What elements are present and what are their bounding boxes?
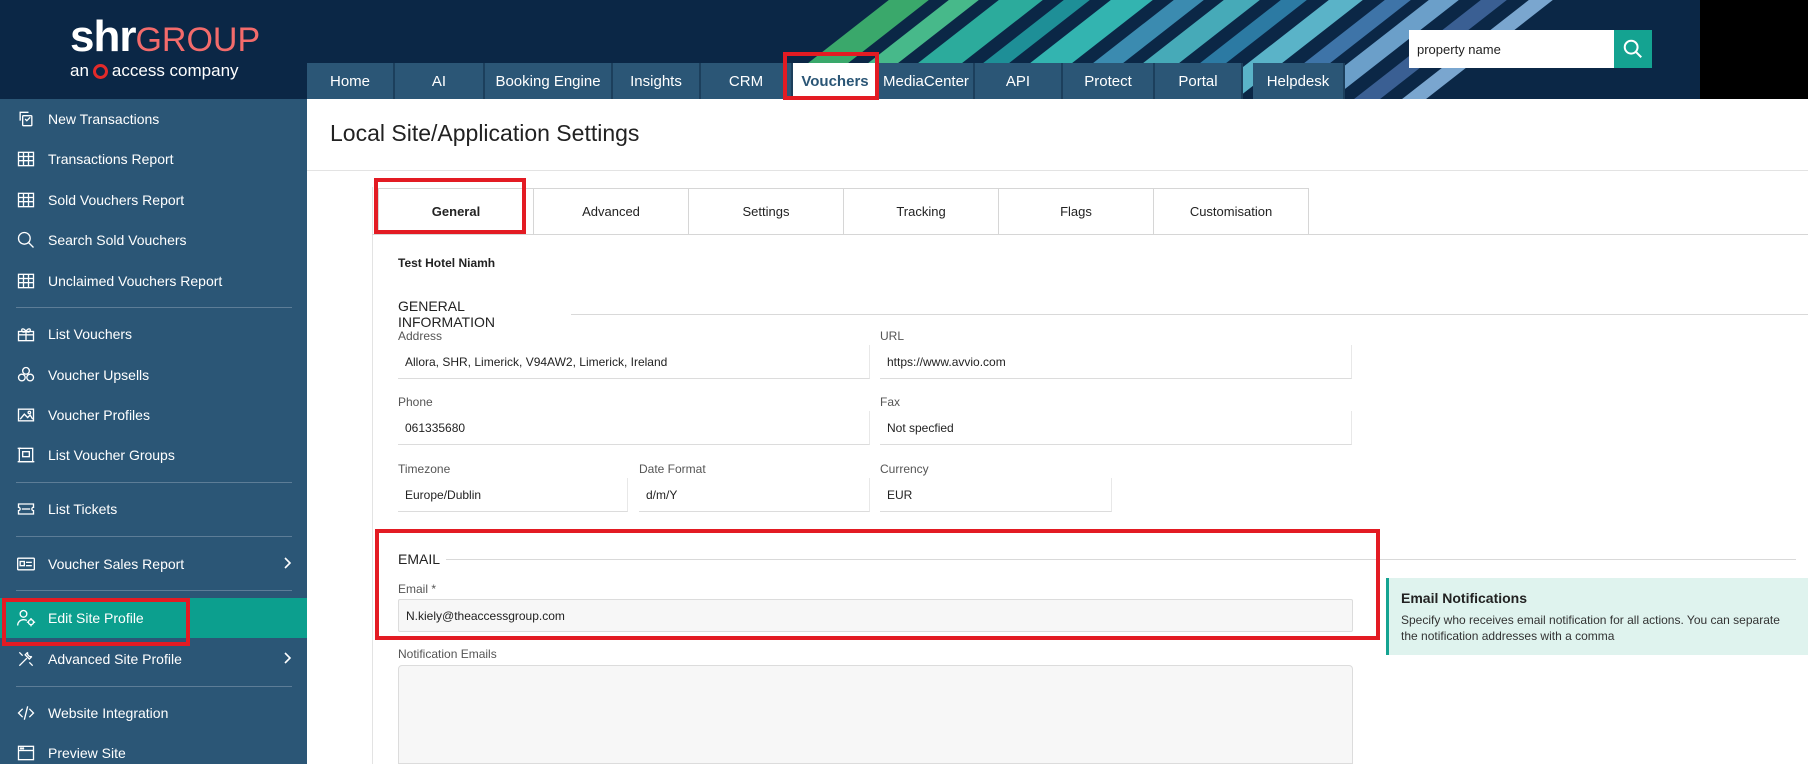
nav-portal[interactable]: Portal xyxy=(1155,63,1243,99)
sidebar-item-label: Transactions Report xyxy=(48,151,174,167)
search-button[interactable] xyxy=(1614,30,1652,68)
url-label: URL xyxy=(880,329,905,343)
timezone-select[interactable]: Europe/Dublin xyxy=(398,478,628,512)
email-highlight-box xyxy=(375,529,1380,640)
general-tab-highlight-box xyxy=(374,178,526,234)
page-title: Local Site/Application Settings xyxy=(330,120,640,146)
sidebar-item-sold-vouchers-report[interactable]: Sold Vouchers Report xyxy=(0,180,307,220)
table-icon xyxy=(14,269,38,293)
address-field[interactable]: Allora, SHR, Limerick, V94AW2, Limerick,… xyxy=(398,345,870,379)
fax-field[interactable]: Not specfied xyxy=(880,411,1352,445)
table-icon xyxy=(14,147,38,171)
image-icon xyxy=(14,403,38,427)
ticket-icon xyxy=(14,497,38,521)
coins-icon xyxy=(14,363,38,387)
hotel-name: Test Hotel Niamh xyxy=(398,256,496,270)
sidebar-item-label: List Tickets xyxy=(48,501,118,517)
url-field[interactable]: https://www.avvio.com xyxy=(880,345,1352,379)
nav-api[interactable]: API xyxy=(975,63,1063,99)
sidebar-item-label: Advanced Site Profile xyxy=(48,651,182,667)
tab-tracking[interactable]: Tracking xyxy=(843,188,999,234)
sidebar-item-label: Sold Vouchers Report xyxy=(48,192,185,208)
phone-label: Phone xyxy=(398,395,433,409)
nav-mediacenter[interactable]: MediaCenter xyxy=(879,63,975,99)
sidebar-item-search-sold-vouchers[interactable]: Search Sold Vouchers xyxy=(0,220,307,260)
date-format-field[interactable]: d/m/Y xyxy=(639,478,870,512)
property-search-input[interactable] xyxy=(1409,30,1614,68)
nav-protect[interactable]: Protect xyxy=(1063,63,1155,99)
sidebar-item-voucher-profiles[interactable]: Voucher Profiles xyxy=(0,395,307,435)
sidebar-item-list-vouchers[interactable]: List Vouchers xyxy=(0,314,307,354)
email-notifications-info: Email Notifications Specify who receives… xyxy=(1386,578,1808,655)
access-logo-icon xyxy=(92,63,108,79)
table-icon xyxy=(14,188,38,212)
sidebar-item-unclaimed-vouchers-report[interactable]: Unclaimed Vouchers Report xyxy=(0,261,307,301)
sidebar-item-list-voucher-groups[interactable]: List Voucher Groups xyxy=(0,435,307,475)
sidebar-item-label: New Transactions xyxy=(48,111,160,127)
info-title: Email Notifications xyxy=(1401,590,1528,606)
chevron-right-icon xyxy=(283,651,293,668)
notification-emails-label: Notification Emails xyxy=(398,647,497,661)
sidebar-divider xyxy=(16,590,292,591)
nav-home[interactable]: Home xyxy=(307,63,395,99)
vouchers-highlight-box xyxy=(783,52,879,100)
search-icon xyxy=(14,228,38,252)
nav-booking-engine[interactable]: Booking Engine xyxy=(485,63,613,99)
sidebar-divider xyxy=(16,686,292,687)
address-label: Address xyxy=(398,329,443,343)
sidebar-item-label: Preview Site xyxy=(48,745,126,761)
browser-icon xyxy=(14,741,38,764)
nav-helpdesk[interactable]: Helpdesk xyxy=(1253,63,1345,99)
tab-flags[interactable]: Flags xyxy=(998,188,1154,234)
group-icon xyxy=(14,443,38,467)
tabs-divider xyxy=(372,234,1808,235)
sidebar-item-label: Voucher Sales Report xyxy=(48,556,185,572)
edit-site-profile-highlight-box xyxy=(2,598,190,646)
phone-field[interactable]: 061335680 xyxy=(398,411,870,445)
general-information-heading: GENERAL INFORMATION xyxy=(398,298,1808,330)
fax-label: Fax xyxy=(880,395,901,409)
sidebar-item-voucher-upsells[interactable]: Voucher Upsells xyxy=(0,355,307,395)
sidebar-item-voucher-sales-report[interactable]: Voucher Sales Report xyxy=(0,544,307,584)
sidebar-divider xyxy=(16,482,292,483)
title-divider xyxy=(307,170,1808,171)
sidebar-item-website-integration[interactable]: Website Integration xyxy=(0,693,307,733)
transaction-icon xyxy=(14,107,38,131)
search-icon xyxy=(1623,39,1642,58)
id-card-icon xyxy=(14,552,38,576)
currency-select[interactable]: EUR xyxy=(880,478,1112,512)
sidebar: New Transactions Transactions Report Sold … xyxy=(0,99,307,764)
sidebar-item-transactions-report[interactable]: Transactions Report xyxy=(0,139,307,179)
sidebar-item-label: Unclaimed Vouchers Report xyxy=(48,273,223,289)
currency-label: Currency xyxy=(880,462,929,476)
gift-icon xyxy=(14,322,38,346)
tab-settings[interactable]: Settings xyxy=(688,188,844,234)
chevron-right-icon xyxy=(283,556,293,573)
nav-crm[interactable]: CRM xyxy=(701,63,793,99)
tab-customisation[interactable]: Customisation xyxy=(1153,188,1309,234)
sidebar-divider xyxy=(16,307,292,308)
sidebar-item-label: Voucher Profiles xyxy=(48,407,150,423)
sidebar-item-new-transactions[interactable]: New Transactions xyxy=(0,99,307,139)
sidebar-divider xyxy=(16,536,292,537)
nav-ai[interactable]: AI xyxy=(395,63,485,99)
sidebar-item-preview-site[interactable]: Preview Site xyxy=(0,733,307,764)
sidebar-item-list-tickets[interactable]: List Tickets xyxy=(0,489,307,529)
date-format-label: Date Format xyxy=(639,462,706,476)
sidebar-item-label: List Vouchers xyxy=(48,326,133,342)
sidebar-item-label: Search Sold Vouchers xyxy=(48,232,187,248)
sidebar-item-label: Website Integration xyxy=(48,705,169,721)
notification-emails-textarea[interactable] xyxy=(398,665,1353,764)
tab-advanced[interactable]: Advanced xyxy=(533,188,689,234)
sidebar-item-label: List Voucher Groups xyxy=(48,447,175,463)
sidebar-item-label: Voucher Upsells xyxy=(48,367,150,383)
tools-icon xyxy=(14,647,38,671)
timezone-label: Timezone xyxy=(398,462,451,476)
code-icon xyxy=(14,701,38,725)
shr-group-logo[interactable]: shrGROUP an access company xyxy=(70,14,260,81)
info-text: Specify who receives email notification … xyxy=(1401,613,1780,643)
redacted-user-area xyxy=(1700,0,1808,99)
nav-insights[interactable]: Insights xyxy=(613,63,701,99)
